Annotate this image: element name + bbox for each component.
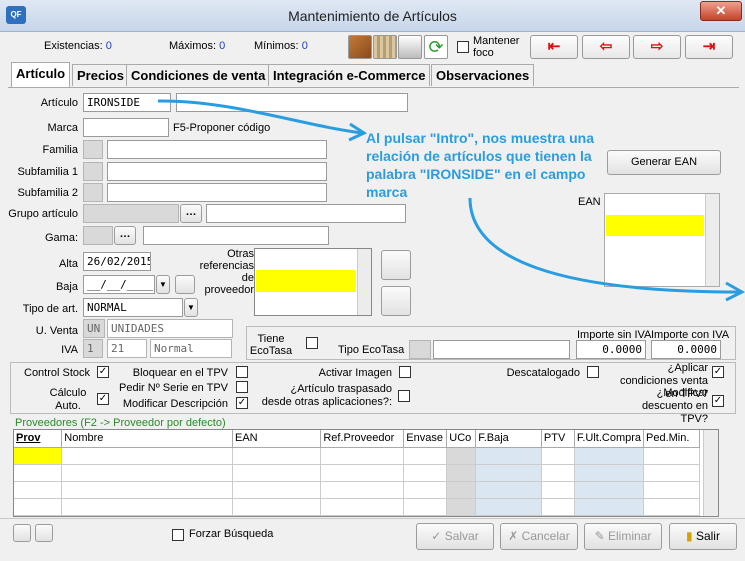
annotation-arrow-2 <box>468 197 741 294</box>
annotation-arrows <box>157 99 745 302</box>
annotation-arrow-1 <box>157 99 363 135</box>
